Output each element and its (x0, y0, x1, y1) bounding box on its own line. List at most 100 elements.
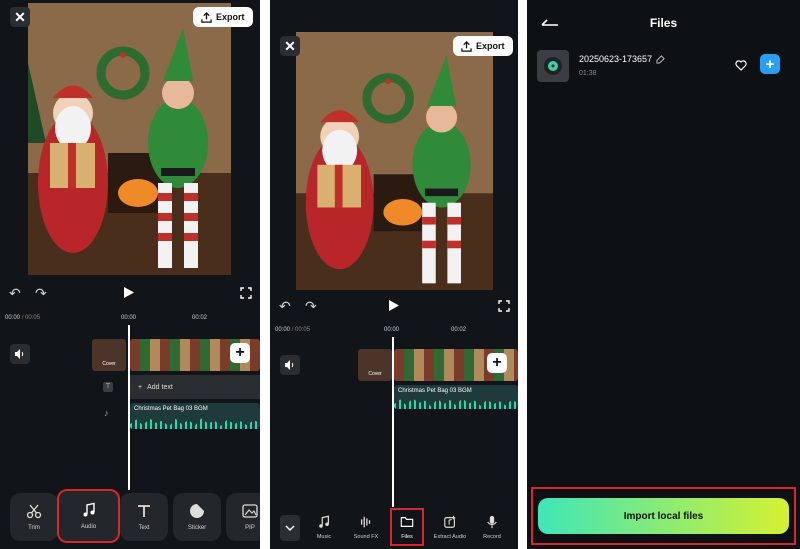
tool-extract-audio[interactable]: Extract Audio (430, 515, 470, 540)
play-icon (389, 300, 399, 311)
tool-label: PIP (245, 525, 255, 531)
tool-files[interactable]: Files (390, 508, 424, 546)
export-icon (201, 11, 212, 23)
plus-icon: + (235, 344, 245, 361)
export-icon (461, 40, 472, 52)
close-button[interactable]: ✕ (10, 7, 30, 27)
redo-icon[interactable]: ↷ (35, 285, 47, 302)
tool-label: Audio (80, 524, 97, 530)
play-icon (124, 287, 134, 298)
add-clip-button[interactable]: + (487, 353, 507, 373)
tool-label: Trim (28, 525, 40, 531)
tool-text[interactable]: Text (120, 493, 168, 541)
microphone-icon (487, 515, 497, 529)
cover-thumbnail[interactable]: Cover (358, 349, 392, 381)
time-total: / 00:05 (291, 327, 311, 333)
tool-sound-fx[interactable]: Sound FX (348, 515, 384, 540)
close-button[interactable]: ✕ (280, 36, 300, 56)
file-list-item[interactable]: 20250623-173657 01:38 + (537, 48, 790, 84)
speaker-icon (15, 349, 24, 359)
music-note-icon (83, 502, 95, 517)
tool-audio[interactable]: Audio (57, 489, 120, 543)
file-duration: 01:38 (579, 70, 597, 77)
video-preview (28, 3, 231, 275)
redo-icon[interactable]: ↷ (305, 298, 317, 315)
tool-label: Music (316, 534, 332, 540)
play-button[interactable] (123, 286, 135, 304)
close-icon: ✕ (14, 8, 26, 25)
heart-icon (735, 60, 747, 71)
add-clip-button[interactable]: + (230, 343, 250, 363)
export-button[interactable]: Export (193, 7, 253, 27)
audio-file-icon (544, 57, 562, 75)
cover-label: Cover (102, 361, 116, 367)
playhead[interactable] (392, 337, 394, 507)
christmas-scene-image (28, 3, 231, 275)
add-file-button[interactable]: + (760, 54, 780, 74)
time-readout: 00:00 / 00:05 (5, 315, 40, 321)
file-thumbnail (537, 50, 569, 82)
editor-audio-panel: ✕ Export ↶ ↷ 00:00 / 00:05 00:00 00:02 C… (0, 0, 260, 549)
ruler-tick: 00:00 (121, 315, 137, 321)
pip-icon (242, 504, 258, 518)
tool-record[interactable]: Record (476, 515, 508, 540)
tool-label: Sound FX (353, 534, 379, 540)
files-panel: Files 20250623-173657 01:38 + Import loc… (527, 0, 800, 549)
chevron-down-icon (285, 525, 295, 532)
video-preview (296, 32, 493, 290)
fullscreen-button[interactable] (240, 286, 252, 304)
plus-icon: + (765, 55, 775, 73)
plus-icon: + (138, 383, 143, 391)
time-readout: 00:00 / 00:05 (275, 327, 310, 333)
undo-icon[interactable]: ↶ (9, 285, 21, 302)
import-label: Import local files (623, 510, 704, 522)
file-name: 20250623-173657 (579, 54, 665, 64)
audio-track-name: Christmas Pet Bag 03 BGM (134, 406, 208, 412)
cover-thumbnail[interactable]: Cover (92, 339, 126, 371)
import-local-files-button[interactable]: Import local files (538, 498, 789, 534)
file-name-text: 20250623-173657 (579, 54, 653, 64)
editor-audio-submenu-panel: ✕ Export ↶ ↷ 00:00 / 00:05 00:00 00:02 C… (270, 0, 518, 549)
speaker-icon (285, 360, 294, 370)
add-text-label: Add text (147, 383, 173, 391)
favorite-button[interactable] (735, 58, 747, 76)
ruler-tick: 00:02 (192, 315, 208, 321)
time-total: / 00:05 (21, 315, 41, 321)
fullscreen-icon (498, 300, 510, 312)
plus-icon: + (492, 354, 502, 371)
fullscreen-button[interactable] (498, 299, 510, 317)
page-title: Files (649, 16, 678, 30)
audio-track[interactable]: Christmas Pet Bag 03 BGM (130, 403, 260, 429)
christmas-scene-image (296, 32, 493, 290)
audio-waveform (394, 398, 518, 409)
play-button[interactable] (388, 299, 400, 317)
ruler-tick: 00:00 (384, 327, 400, 333)
close-icon: ✕ (284, 37, 296, 54)
add-text-track[interactable]: + Add text (130, 375, 260, 399)
tool-music[interactable]: Music (308, 515, 340, 540)
tool-sticker[interactable]: Sticker (173, 493, 221, 541)
cover-label: Cover (368, 371, 382, 377)
ruler-tick: 00:02 (451, 327, 467, 333)
text-track-icon: T (103, 382, 113, 392)
time-current: 00:00 (5, 315, 21, 321)
tool-label: Extract Audio (433, 534, 467, 540)
export-button[interactable]: Export (453, 36, 513, 56)
tool-label: Sticker (187, 525, 207, 531)
fullscreen-icon (240, 287, 252, 299)
edit-icon[interactable] (656, 54, 665, 64)
audio-track[interactable]: Christmas Pet Bag 03 BGM (394, 385, 518, 409)
volume-button[interactable] (280, 355, 300, 375)
tool-trim[interactable]: Trim (10, 493, 58, 541)
volume-button[interactable] (10, 344, 30, 364)
playhead[interactable] (128, 325, 130, 490)
tool-label: Record (483, 534, 501, 540)
export-label: Export (216, 12, 245, 22)
undo-icon[interactable]: ↶ (279, 298, 291, 315)
sticker-icon (190, 504, 204, 518)
text-icon (138, 505, 150, 517)
tool-label: Text (138, 525, 150, 531)
tool-pip[interactable]: PIP (226, 493, 260, 541)
collapse-button[interactable] (280, 515, 300, 541)
music-note-icon (319, 515, 329, 528)
